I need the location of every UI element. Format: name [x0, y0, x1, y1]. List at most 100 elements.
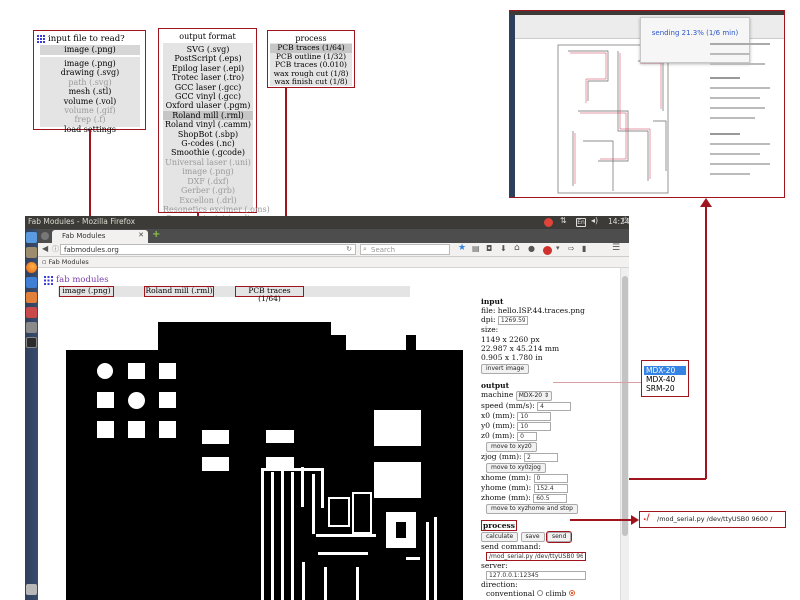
conventional-radio[interactable]	[537, 590, 544, 597]
input-menu-option[interactable]: drawing (.svg)	[40, 68, 140, 77]
files-icon[interactable]	[26, 247, 37, 258]
invert-image-button[interactable]: invert image	[481, 364, 530, 375]
output-menu-option[interactable]: GCC vinyl (.gcc)	[163, 92, 253, 101]
xhome-field[interactable]	[533, 474, 568, 484]
speed-field[interactable]	[537, 402, 572, 412]
reload-icon[interactable]: ↻	[346, 245, 352, 253]
network-icon[interactable]: ⇅	[560, 216, 567, 225]
home-icon[interactable]: ⌂	[514, 243, 520, 253]
input-menu-option[interactable]: path (.svg)	[40, 78, 140, 87]
search-input[interactable]: ⌕ Search	[360, 244, 450, 255]
process-menu-option[interactable]: wax finish cut (1/8)	[270, 78, 352, 87]
record-icon[interactable]	[544, 218, 553, 227]
info-icon[interactable]: ⓘ	[52, 244, 59, 254]
x0-field[interactable]	[517, 412, 552, 422]
dpi-field[interactable]	[497, 316, 528, 326]
back-icon[interactable]: ◀	[42, 244, 48, 253]
move-xyz0-button[interactable]: move to xyz0	[486, 442, 537, 453]
machine-option[interactable]: SRM-20	[644, 384, 686, 393]
output-menu-option[interactable]: Smoothie (.gcode)	[163, 148, 253, 157]
download-icon[interactable]: ⬇	[500, 244, 507, 253]
xhome-row: xhome (mm):	[481, 473, 621, 484]
input-menu-option[interactable]: mesh (.stl)	[40, 87, 140, 96]
pcb-trace	[291, 472, 294, 600]
thumb-pcb-area	[518, 41, 708, 196]
output-menu-option[interactable]: Universal laser (.uni)	[163, 158, 253, 167]
output-menu-option[interactable]: Roland mill (.rml)	[163, 110, 253, 121]
output-menu-option[interactable]: GCC laser (.gcc)	[163, 83, 253, 92]
dash-icon[interactable]	[26, 232, 37, 243]
writer-icon[interactable]	[26, 277, 37, 288]
process-heading: process	[481, 520, 517, 532]
pocket-icon[interactable]: ◘	[486, 244, 492, 253]
crumb-input[interactable]: image (.png)	[59, 286, 114, 297]
output-menu-option[interactable]: Resonetics excimer (.oms)	[163, 205, 270, 214]
power-icon[interactable]: ⏻	[622, 216, 628, 226]
output-menu-option[interactable]: SVG (.svg)	[163, 45, 253, 54]
zhome-field[interactable]	[533, 494, 568, 504]
machine-option[interactable]: MDX-40	[644, 375, 686, 384]
input-menu-option[interactable]: frep (.f)	[40, 115, 140, 124]
move-home-button[interactable]: move to xyzhome and stop	[486, 504, 578, 515]
page-scrollbar[interactable]	[620, 268, 629, 600]
tab-fab-modules[interactable]: Fab Modules ✕	[52, 230, 148, 243]
output-menu-option[interactable]: Oxford ulaser (.pgm)	[163, 101, 253, 110]
input-menu-selected[interactable]: image (.png)	[40, 45, 140, 55]
save-button[interactable]: save	[520, 531, 545, 542]
bookmark-item[interactable]: ▫ Fab Modules	[42, 258, 89, 266]
tab-back-arrow[interactable]	[41, 232, 49, 240]
url-bar[interactable]: fabmodules.org ↻	[60, 244, 356, 255]
output-menu-option[interactable]: PostScript (.eps)	[163, 54, 253, 63]
yhome-field[interactable]	[533, 484, 568, 494]
share-icon[interactable]: ⇨	[568, 244, 575, 253]
chat-icon[interactable]: ●	[528, 244, 535, 253]
pcb-trace	[321, 468, 324, 508]
reader-icon[interactable]: ▮	[582, 244, 586, 253]
search-placeholder: Search	[371, 246, 396, 254]
scroll-thumb[interactable]	[622, 276, 628, 536]
input-menu-option[interactable]: volume (.vol)	[40, 97, 140, 106]
ubuntu-launcher	[25, 229, 38, 600]
machine-select[interactable]: MDX-20 ⇕	[515, 391, 553, 402]
output-menu-option[interactable]: DXF (.dxf)	[163, 177, 253, 186]
output-menu-option[interactable]: G-codes (.nc)	[163, 139, 253, 148]
close-icon[interactable]: ✕	[138, 231, 144, 239]
send-button[interactable]: send	[545, 530, 573, 543]
climb-radio[interactable]	[568, 590, 575, 597]
output-menu-option[interactable]: Epilog laser (.epi)	[163, 64, 253, 73]
terminal-icon[interactable]	[26, 337, 37, 348]
software-icon[interactable]	[26, 307, 37, 318]
send-command-field[interactable]	[486, 551, 586, 561]
crumb-output[interactable]: Roland mill (.rml)	[144, 286, 214, 297]
output-menu-option[interactable]: ShopBot (.sbp)	[163, 130, 253, 139]
input-menu-option[interactable]: image (.png)	[40, 59, 140, 68]
hamburger-icon[interactable]: ☰	[612, 243, 620, 253]
addon-icon[interactable]	[543, 246, 552, 255]
settings-icon[interactable]	[26, 322, 37, 333]
machine-option[interactable]: MDX-20	[644, 366, 686, 375]
output-menu-option[interactable]: Excellon (.drl)	[163, 196, 253, 205]
output-menu-option[interactable]: Gerber (.grb)	[163, 186, 253, 195]
output-menu-option[interactable]: image (.png)	[163, 167, 253, 176]
crumb-process[interactable]: PCB traces (1/64)	[235, 286, 304, 303]
direction-label: direction:	[481, 580, 518, 590]
y0-field[interactable]	[517, 422, 552, 432]
z0-field[interactable]	[517, 432, 538, 442]
input-menu-option[interactable]: volume (.gif)	[40, 106, 140, 115]
trash-icon[interactable]	[26, 584, 37, 595]
bookmark-star-icon[interactable]: ★	[458, 243, 466, 253]
output-menu-option[interactable]: Roland vinyl (.camm)	[163, 120, 253, 129]
menu-arrow-icon[interactable]: ▾	[556, 244, 560, 252]
volume-icon[interactable]: ◂)	[591, 216, 598, 225]
pcb-notch	[66, 322, 158, 350]
library-icon[interactable]: ▤	[472, 244, 480, 253]
keyboard-icon[interactable]: En	[576, 218, 586, 227]
firefox-icon[interactable]	[26, 262, 37, 273]
move-xy0zjog-button[interactable]: move to xy0zjog	[486, 463, 546, 474]
output-menu-option[interactable]: Trotec laser (.tro)	[163, 73, 253, 82]
impress-icon[interactable]	[26, 292, 37, 303]
zjog-field[interactable]	[523, 453, 558, 463]
new-tab-icon[interactable]: +	[152, 229, 160, 240]
calculate-button[interactable]: calculate	[481, 531, 519, 542]
server-field[interactable]	[486, 571, 586, 581]
